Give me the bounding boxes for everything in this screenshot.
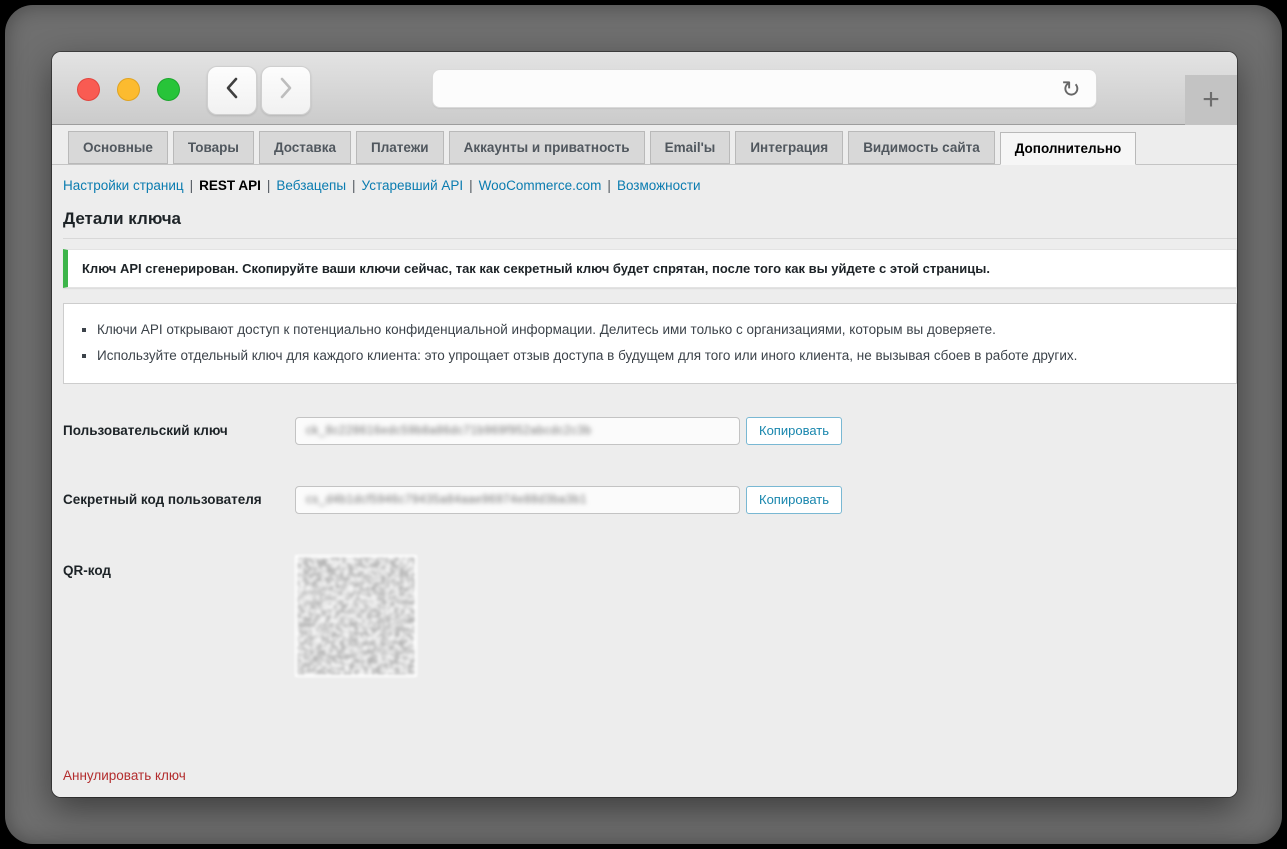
subnav-separator: | xyxy=(352,178,356,193)
page-title: Детали ключа xyxy=(63,209,1237,229)
tab-accounts-privacy[interactable]: Аккаунты и приватность xyxy=(449,131,645,164)
woocommerce-settings-page: Основные Товары Доставка Платежи Аккаунт… xyxy=(52,125,1237,797)
tip-item: Используйте отдельный ключ для каждого к… xyxy=(97,343,1218,369)
window-controls xyxy=(77,78,180,101)
forward-button[interactable] xyxy=(261,66,311,115)
new-tab-button[interactable]: + xyxy=(1185,75,1237,125)
consumer-key-value: ck_8c228616edc59b8a86dc71b969f952abcdc2c… xyxy=(306,425,591,437)
api-key-tips-box: Ключи API открывают доступ к потенциальн… xyxy=(63,303,1237,384)
subnav-page-setup[interactable]: Настройки страниц xyxy=(63,178,184,193)
minimize-window-button[interactable] xyxy=(117,78,140,101)
title-divider xyxy=(63,238,1237,239)
consumer-key-field[interactable]: ck_8c228616edc59b8a86dc71b969f952abcdc2c… xyxy=(295,417,740,445)
subsection-nav: Настройки страниц | REST API | Вебзацепы | Уст… xyxy=(63,178,1237,193)
maximize-window-button[interactable] xyxy=(157,78,180,101)
forward-chevron-icon xyxy=(278,76,294,105)
tab-general[interactable]: Основные xyxy=(68,131,168,164)
tip-item: Ключи API открывают доступ к потенциальн… xyxy=(97,317,1218,343)
key-details-form: Пользовательский ключ ck_8c228616edc59b8… xyxy=(63,417,1237,677)
browser-window: ↻ + Основные Товары Доставка Платежи Акк… xyxy=(52,52,1237,797)
qr-code-row: QR-код xyxy=(63,555,1237,677)
consumer-secret-row: Секретный код пользователя cs_d4b1dcf594… xyxy=(63,486,1237,514)
address-bar[interactable]: ↻ xyxy=(432,69,1097,108)
subnav-separator: | xyxy=(190,178,194,193)
browser-toolbar: ↻ + xyxy=(52,52,1237,125)
reload-icon[interactable]: ↻ xyxy=(1056,74,1086,104)
subnav-separator: | xyxy=(267,178,271,193)
key-generated-notice: Ключ API сгенерирован. Скопируйте ваши к… xyxy=(63,249,1237,288)
consumer-key-label: Пользовательский ключ xyxy=(63,423,295,438)
tab-payments[interactable]: Платежи xyxy=(356,131,444,164)
revoke-key-link[interactable]: Аннулировать ключ xyxy=(63,768,186,783)
tab-integration[interactable]: Интеграция xyxy=(735,131,843,164)
tab-products[interactable]: Товары xyxy=(173,131,254,164)
consumer-secret-field[interactable]: cs_d4b1dcf5946c79435a84aae96974e88d3ba3b… xyxy=(295,486,740,514)
subnav-features[interactable]: Возможности xyxy=(617,178,701,193)
tab-advanced[interactable]: Дополнительно xyxy=(1000,132,1137,165)
tab-site-visibility[interactable]: Видимость сайта xyxy=(848,131,995,164)
address-input[interactable] xyxy=(445,72,1055,105)
consumer-secret-value: cs_d4b1dcf5946c79435a84aae96974e88d3ba3b… xyxy=(306,494,587,506)
subnav-rest-api-current: REST API xyxy=(199,178,261,193)
copy-consumer-secret-button[interactable]: Копировать xyxy=(746,486,842,514)
tab-shipping[interactable]: Доставка xyxy=(259,131,351,164)
qr-code-label: QR-код xyxy=(63,555,295,578)
qr-code-image xyxy=(295,555,417,677)
copy-consumer-key-button[interactable]: Копировать xyxy=(746,417,842,445)
subnav-separator: | xyxy=(469,178,473,193)
subnav-legacy-api[interactable]: Устаревший API xyxy=(362,178,464,193)
subnav-woocommerce-com[interactable]: WooCommerce.com xyxy=(479,178,602,193)
nav-buttons xyxy=(207,66,311,115)
close-window-button[interactable] xyxy=(77,78,100,101)
subnav-webhooks[interactable]: Вебзацепы xyxy=(276,178,346,193)
back-chevron-icon xyxy=(224,76,240,105)
tab-emails[interactable]: Email'ы xyxy=(650,131,731,164)
subnav-separator: | xyxy=(607,178,611,193)
back-button[interactable] xyxy=(207,66,257,115)
consumer-secret-label: Секретный код пользователя xyxy=(63,492,295,507)
settings-tabs: Основные Товары Доставка Платежи Аккаунт… xyxy=(52,125,1237,165)
consumer-key-row: Пользовательский ключ ck_8c228616edc59b8… xyxy=(63,417,1237,445)
